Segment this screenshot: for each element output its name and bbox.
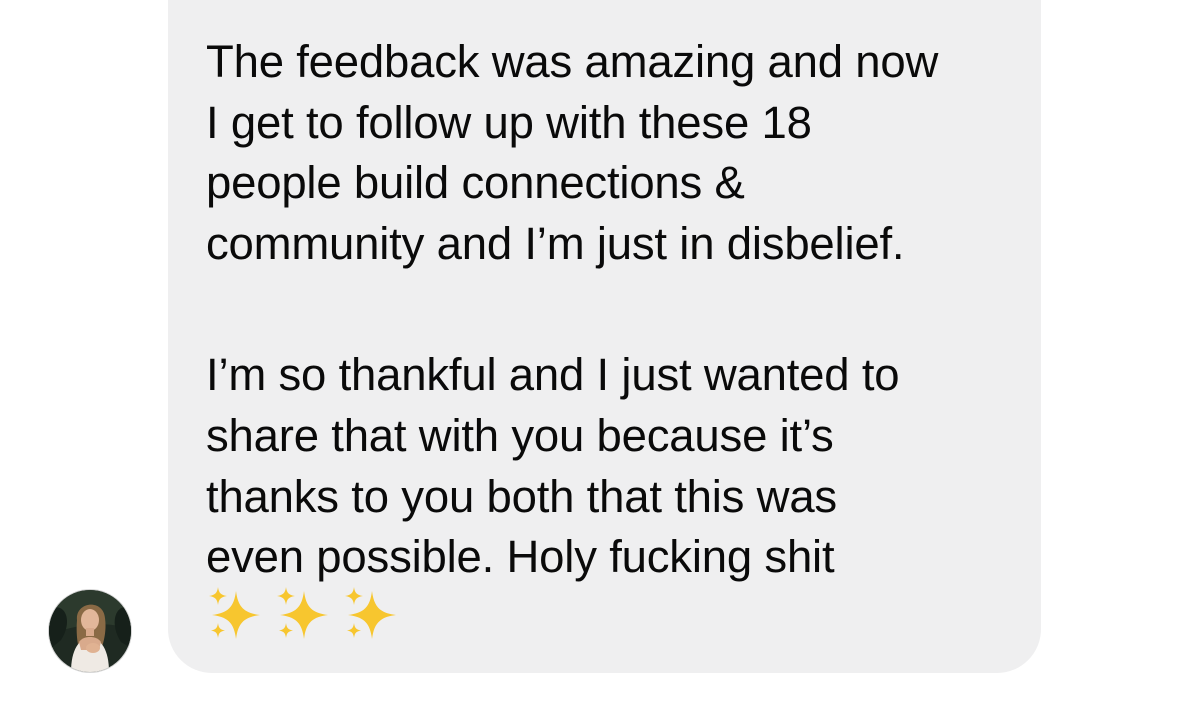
- message-line: I get to follow up with these 18: [206, 96, 812, 148]
- profile-photo-icon: [49, 590, 131, 672]
- message-line: thanks to you both that this was: [206, 470, 837, 522]
- message-line: even possible. Holy fucking shit: [206, 531, 835, 583]
- message-line: share that with you because it’s: [206, 409, 834, 461]
- sparkles-icon: [342, 585, 400, 645]
- sparkles-icon: [274, 585, 332, 645]
- message-line: The feedback was amazing and now: [206, 36, 939, 87]
- paragraph-break: [206, 274, 1026, 345]
- message-line: I’m so thankful and I just wanted to: [206, 349, 900, 401]
- message-line: community and I’m just in disbelief.: [206, 217, 905, 269]
- message-text: The feedback was amazing and now I get t…: [206, 32, 1026, 588]
- message-thread: The feedback was amazing and now I get t…: [0, 0, 1179, 705]
- message-line: people build connections &: [206, 157, 745, 209]
- sparkles-icon: [206, 585, 264, 645]
- sparkles-emoji-group: [206, 585, 400, 645]
- sender-avatar[interactable]: [49, 590, 131, 672]
